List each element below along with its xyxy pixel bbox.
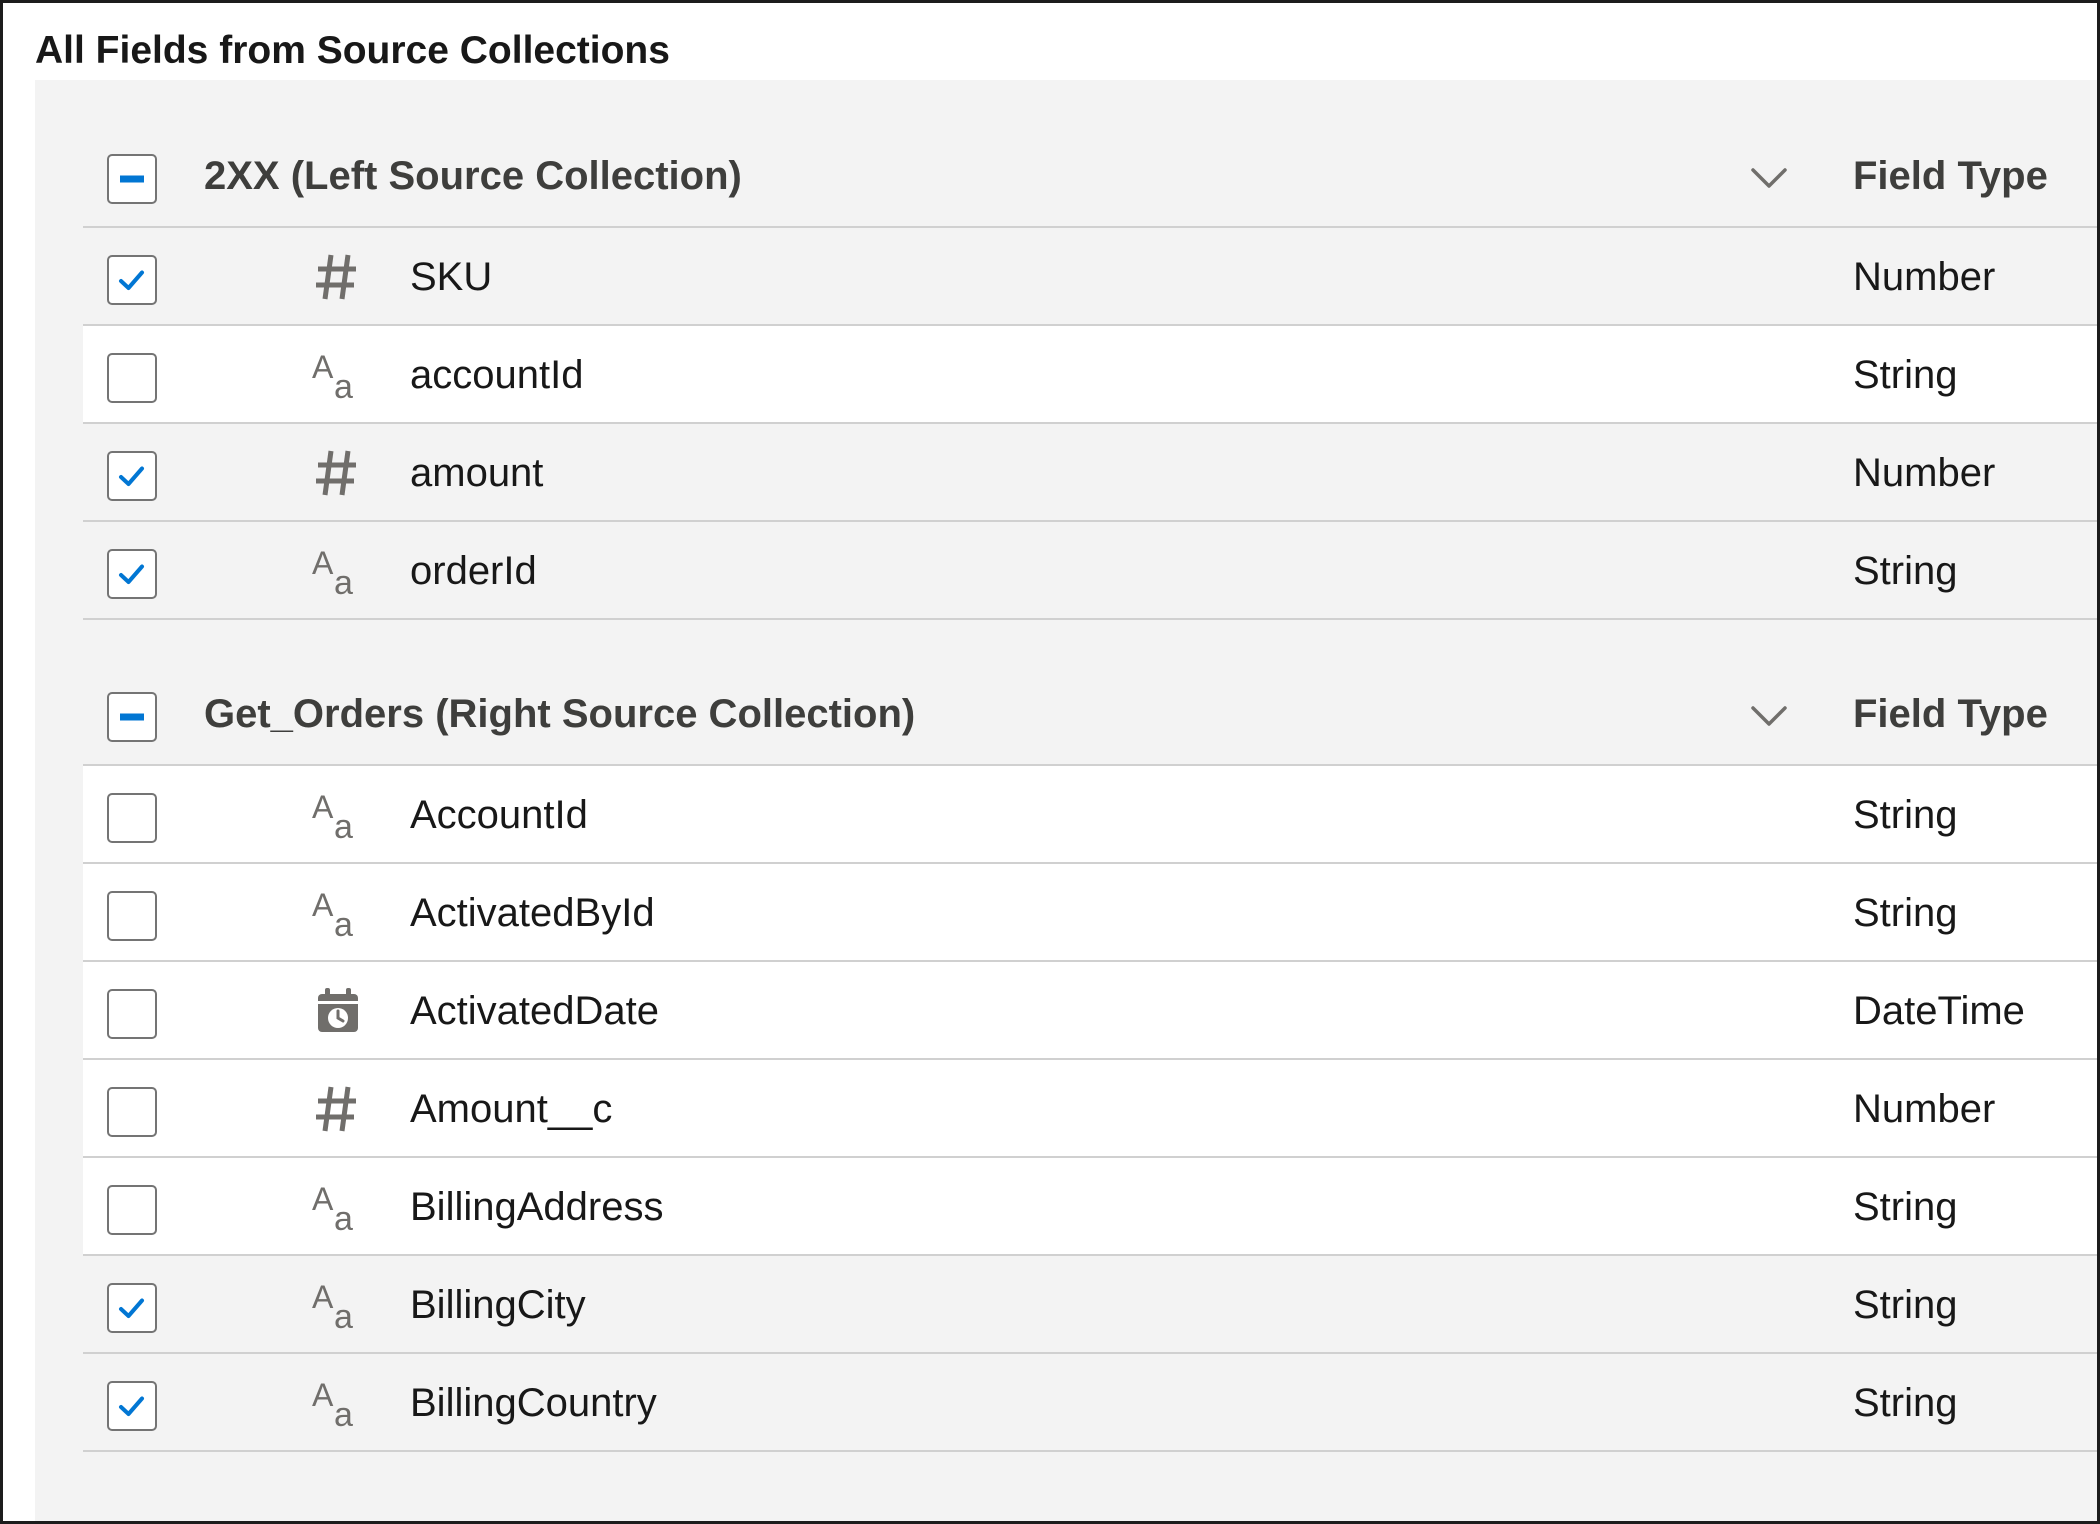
row-checkbox[interactable] — [107, 451, 157, 501]
field-type: String — [1853, 549, 1958, 593]
svg-text:A: A — [312, 545, 334, 581]
row-checkbox[interactable] — [107, 989, 157, 1039]
field-type: String — [1853, 1381, 1958, 1425]
table-row[interactable]: Aa BillingCountry String — [83, 1354, 2097, 1452]
table-row[interactable]: amount Number — [83, 424, 2097, 522]
field-name: BillingCity — [410, 1283, 586, 1327]
text-icon: Aa — [310, 886, 364, 944]
text-icon: Aa — [310, 1278, 364, 1336]
row-checkbox[interactable] — [107, 793, 157, 843]
field-type: Number — [1853, 255, 1996, 299]
svg-text:A: A — [312, 1279, 334, 1315]
table-row[interactable]: Aa AccountId String — [83, 766, 2097, 864]
table-row[interactable]: Aa BillingCity String — [83, 1256, 2097, 1354]
field-type: String — [1853, 1185, 1958, 1229]
hash-icon — [310, 446, 364, 500]
row-checkbox[interactable] — [107, 1185, 157, 1235]
field-type: String — [1853, 891, 1958, 935]
text-icon: Aa — [310, 1376, 364, 1434]
select-all-checkbox[interactable] — [107, 692, 157, 742]
hash-icon — [310, 1082, 364, 1136]
field-name: amount — [410, 451, 544, 495]
table-row[interactable]: Aa ActivatedById String — [83, 864, 2097, 962]
svg-text:A: A — [312, 1377, 334, 1413]
column-header-field-type: Field Type — [1853, 154, 2048, 198]
field-name: ActivatedDate — [410, 989, 660, 1033]
section-header: 2XX (Left Source Collection) Field Type — [83, 80, 2097, 228]
row-checkbox[interactable] — [107, 1283, 157, 1333]
table-row[interactable]: Aa orderId String — [83, 522, 2097, 620]
table-row[interactable]: Aa BillingAddress String — [83, 1158, 2097, 1256]
section-left-source: 2XX (Left Source Collection) Field Type … — [83, 80, 2097, 620]
text-icon: Aa — [310, 348, 364, 406]
table-row[interactable]: SKU Number — [83, 228, 2097, 326]
table-row[interactable]: ActivatedDate DateTime — [83, 962, 2097, 1060]
svg-text:a: a — [334, 808, 353, 842]
field-type: String — [1853, 353, 1958, 397]
field-type: String — [1853, 793, 1958, 837]
app-window: All Fields from Source Collections 2XX (… — [0, 0, 2100, 1524]
row-checkbox[interactable] — [107, 549, 157, 599]
column-header-field-type: Field Type — [1853, 692, 2048, 736]
row-checkbox[interactable] — [107, 1381, 157, 1431]
section-title: Get_Orders (Right Source Collection) — [204, 692, 916, 736]
field-name: ActivatedById — [410, 891, 655, 935]
select-all-checkbox[interactable] — [107, 154, 157, 204]
text-icon: Aa — [310, 788, 364, 846]
field-type: DateTime — [1853, 989, 2025, 1033]
text-icon: Aa — [310, 1180, 364, 1238]
row-checkbox[interactable] — [107, 891, 157, 941]
field-list: Aa AccountId String Aa ActivatedById String Ac… — [83, 766, 2097, 1452]
field-name: SKU — [410, 255, 493, 299]
field-type: Number — [1853, 1087, 1996, 1131]
hash-icon — [310, 250, 364, 304]
svg-text:A: A — [312, 349, 334, 385]
text-icon: Aa — [310, 544, 364, 602]
page-title: All Fields from Source Collections — [35, 29, 670, 72]
field-name: accountId — [410, 353, 584, 397]
svg-text:a: a — [334, 564, 353, 598]
svg-text:A: A — [312, 1181, 334, 1217]
field-type: Number — [1853, 451, 1996, 495]
svg-text:A: A — [312, 789, 334, 825]
field-name: orderId — [410, 549, 537, 593]
table-row[interactable]: Amount__c Number — [83, 1060, 2097, 1158]
field-list: SKU Number Aa accountId String amount Number Aa… — [83, 228, 2097, 620]
section-right-source: Get_Orders (Right Source Collection) Fie… — [83, 618, 2097, 1452]
row-checkbox[interactable] — [107, 255, 157, 305]
section-header: Get_Orders (Right Source Collection) Fie… — [83, 618, 2097, 766]
row-checkbox[interactable] — [107, 1087, 157, 1137]
field-type: String — [1853, 1283, 1958, 1327]
field-name: Amount__c — [410, 1087, 613, 1131]
svg-text:A: A — [312, 887, 334, 923]
row-checkbox[interactable] — [107, 353, 157, 403]
source-collections-panel: 2XX (Left Source Collection) Field Type … — [35, 80, 2097, 1521]
svg-text:a: a — [334, 906, 353, 940]
field-name: AccountId — [410, 793, 588, 837]
svg-text:a: a — [334, 1200, 353, 1234]
field-name: BillingAddress — [410, 1185, 664, 1229]
chevron-down-icon[interactable] — [1749, 698, 1789, 734]
svg-text:a: a — [334, 368, 353, 402]
calendar-clock-icon — [310, 984, 364, 1038]
field-name: BillingCountry — [410, 1381, 657, 1425]
chevron-down-icon[interactable] — [1749, 160, 1789, 196]
svg-text:a: a — [334, 1298, 353, 1332]
svg-text:a: a — [334, 1396, 353, 1430]
section-title: 2XX (Left Source Collection) — [204, 154, 742, 198]
table-row[interactable]: Aa accountId String — [83, 326, 2097, 424]
